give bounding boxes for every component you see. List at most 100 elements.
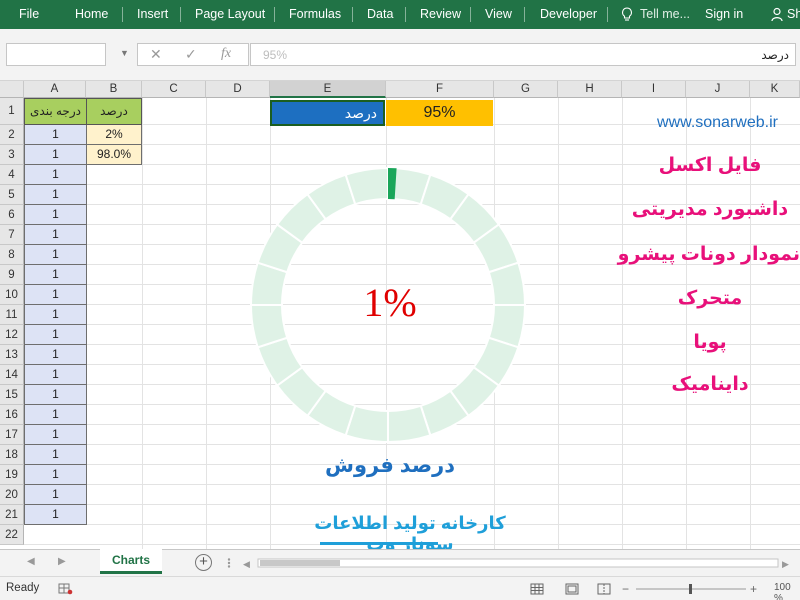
- cell-b1-header[interactable]: درصد: [86, 98, 142, 125]
- cell-a-value[interactable]: 1: [24, 445, 87, 465]
- chevron-down-icon[interactable]: ▼: [120, 48, 129, 58]
- tab-file[interactable]: File: [19, 0, 39, 29]
- cell-a-value[interactable]: 1: [24, 325, 87, 345]
- tab-home[interactable]: Home: [75, 0, 108, 29]
- column-header-d[interactable]: D: [206, 81, 270, 98]
- row-header[interactable]: 14: [0, 365, 24, 385]
- insert-function-icon[interactable]: fx: [221, 46, 231, 62]
- row-header[interactable]: 13: [0, 345, 24, 365]
- cancel-icon[interactable]: ✕: [150, 46, 162, 63]
- ribbon-divider: [122, 7, 123, 22]
- cell-a-value[interactable]: 1: [24, 265, 87, 285]
- column-header-h[interactable]: H: [558, 81, 622, 98]
- sign-in-link[interactable]: Sign in: [705, 0, 743, 29]
- column-header-e[interactable]: E: [270, 81, 386, 98]
- page-layout-view-icon[interactable]: [565, 583, 579, 595]
- row-header[interactable]: 1: [0, 98, 24, 125]
- macro-record-icon[interactable]: [58, 583, 74, 595]
- cell-a-value[interactable]: 1: [24, 345, 87, 365]
- cell-a-value[interactable]: 1: [24, 365, 87, 385]
- cell-a-value[interactable]: 1: [24, 165, 87, 185]
- row-header[interactable]: 18: [0, 445, 24, 465]
- cell-a-value[interactable]: 1: [24, 405, 87, 425]
- page-break-view-icon[interactable]: [597, 583, 611, 595]
- cell-a-value[interactable]: 1: [24, 505, 87, 525]
- zoom-level[interactable]: 100 %: [774, 582, 800, 600]
- cell-a-value[interactable]: 1: [24, 205, 87, 225]
- tab-data[interactable]: Data: [367, 0, 393, 29]
- column-header-a[interactable]: A: [24, 81, 86, 98]
- horizontal-scrollbar[interactable]: ◀ ▶: [226, 558, 796, 568]
- cell-e1-label[interactable]: درصد: [270, 100, 385, 126]
- cell-b2[interactable]: 2%: [86, 125, 142, 145]
- share-person-icon[interactable]: [771, 7, 785, 22]
- cell-a-value[interactable]: 1: [24, 145, 87, 165]
- tab-view[interactable]: View: [485, 0, 512, 29]
- column-header-i[interactable]: I: [622, 81, 686, 98]
- column-header-j[interactable]: J: [686, 81, 750, 98]
- worksheet-grid[interactable]: A B C D E F G H I J K 1 2 3 4 5 6 7 8 9 10 11 12 13 1…: [0, 81, 800, 549]
- sheet-tab-charts[interactable]: Charts: [100, 549, 162, 574]
- zoom-slider[interactable]: − +: [622, 583, 762, 595]
- website-url[interactable]: www.sonarweb.ir: [640, 114, 795, 132]
- cell-a-value[interactable]: 1: [24, 125, 87, 145]
- promo-line-5: پویا: [693, 332, 727, 353]
- column-header-c[interactable]: C: [142, 81, 206, 98]
- column-header-b[interactable]: B: [86, 81, 142, 98]
- cell-a-value[interactable]: 1: [24, 225, 87, 245]
- row-header[interactable]: 11: [0, 305, 24, 325]
- cell-a-value[interactable]: 1: [24, 385, 87, 405]
- row-header[interactable]: 12: [0, 325, 24, 345]
- cell-a-value[interactable]: 1: [24, 245, 87, 265]
- cell-a-value[interactable]: 1: [24, 485, 87, 505]
- tab-review[interactable]: Review: [420, 0, 461, 29]
- column-header-g[interactable]: G: [494, 81, 558, 98]
- lightbulb-icon[interactable]: [621, 7, 633, 22]
- tell-me-search[interactable]: Tell me...: [640, 0, 690, 29]
- enter-check-icon[interactable]: ✓: [185, 46, 197, 63]
- share-button[interactable]: Share: [787, 0, 800, 29]
- row-header[interactable]: 3: [0, 145, 24, 165]
- promo-line-4: متحرک: [677, 288, 743, 309]
- row-header[interactable]: 2: [0, 125, 24, 145]
- cell-a-value[interactable]: 1: [24, 305, 87, 325]
- row-header[interactable]: 22: [0, 525, 24, 545]
- row-header[interactable]: 21: [0, 505, 24, 525]
- row-header[interactable]: 15: [0, 385, 24, 405]
- formula-input[interactable]: 95% درصد: [250, 43, 796, 66]
- scroll-right-icon[interactable]: ▶: [58, 556, 66, 567]
- row-header[interactable]: 7: [0, 225, 24, 245]
- row-header[interactable]: 5: [0, 185, 24, 205]
- tab-developer[interactable]: Developer: [540, 0, 597, 29]
- row-header[interactable]: 10: [0, 285, 24, 305]
- tab-page-layout[interactable]: Page Layout: [195, 0, 265, 29]
- cell-a-value[interactable]: 1: [24, 185, 87, 205]
- row-header[interactable]: 8: [0, 245, 24, 265]
- row-header[interactable]: 16: [0, 405, 24, 425]
- cell-a-value[interactable]: 1: [24, 285, 87, 305]
- normal-view-icon[interactable]: [530, 583, 544, 595]
- footer-underline: [320, 542, 438, 545]
- row-header[interactable]: 4: [0, 165, 24, 185]
- tab-insert[interactable]: Insert: [137, 0, 168, 29]
- status-bar: Ready − + 100 %: [0, 576, 800, 600]
- row-header[interactable]: 6: [0, 205, 24, 225]
- tab-formulas[interactable]: Formulas: [289, 0, 341, 29]
- promo-line-6: داینامیک: [671, 374, 749, 395]
- name-box[interactable]: [6, 43, 106, 66]
- scroll-left-icon[interactable]: ◀: [27, 556, 35, 567]
- row-header[interactable]: 17: [0, 425, 24, 445]
- row-header[interactable]: 20: [0, 485, 24, 505]
- add-sheet-icon[interactable]: +: [195, 554, 212, 571]
- cell-a1-header[interactable]: درجه بندی: [24, 98, 87, 125]
- row-header[interactable]: 19: [0, 465, 24, 485]
- cell-a-value[interactable]: 1: [24, 465, 87, 485]
- cell-f1-value[interactable]: 95%: [386, 100, 493, 126]
- cell-b3[interactable]: 98.0%: [86, 145, 142, 165]
- select-all-corner[interactable]: [0, 81, 24, 98]
- column-header-f[interactable]: F: [386, 81, 494, 98]
- svg-text:+: +: [750, 583, 757, 595]
- cell-a-value[interactable]: 1: [24, 425, 87, 445]
- row-header[interactable]: 9: [0, 265, 24, 285]
- column-header-k[interactable]: K: [750, 81, 800, 98]
